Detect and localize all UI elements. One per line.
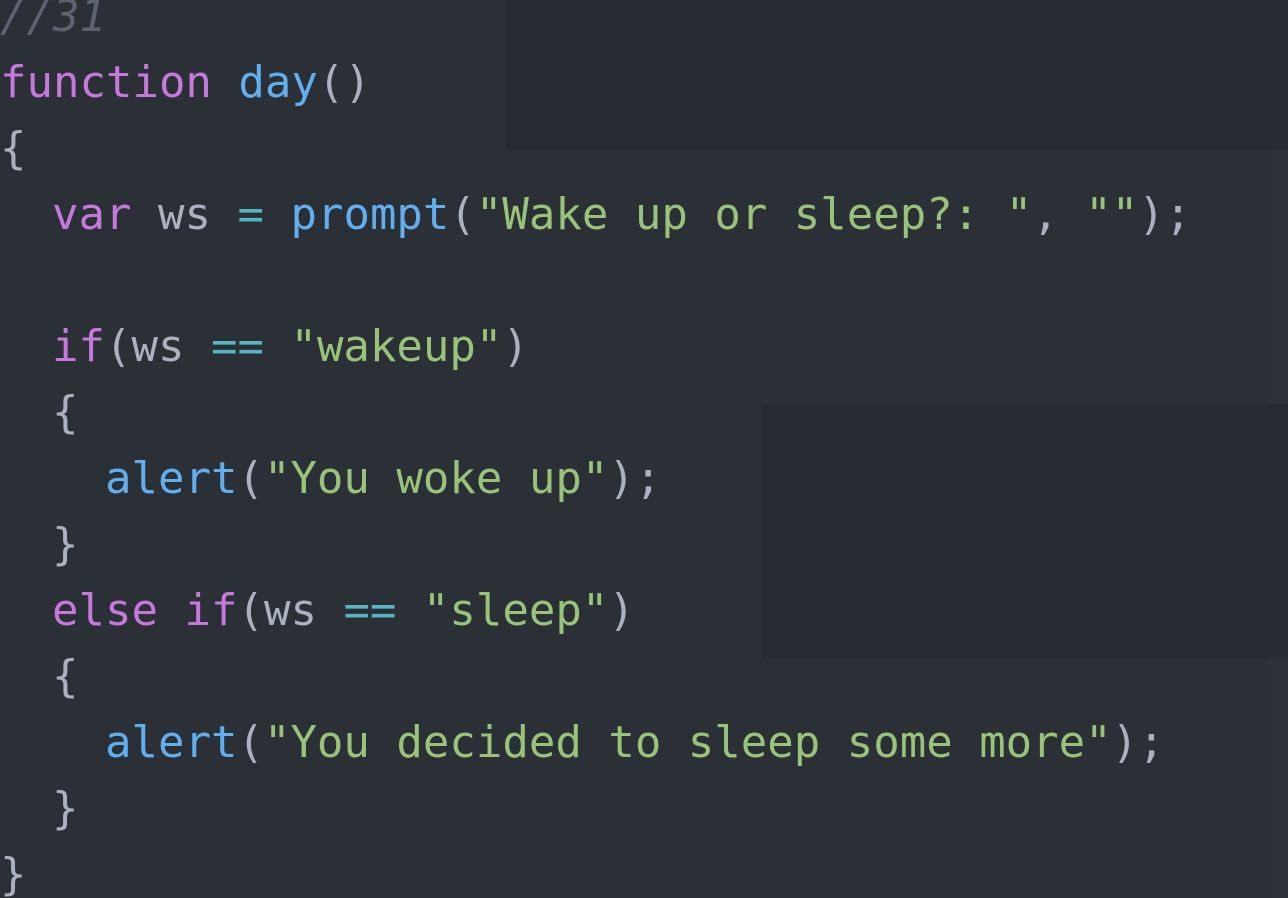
punctuation-token: ) xyxy=(502,321,529,372)
background-shade xyxy=(1268,658,1288,898)
string-token: "You decided to sleep some more" xyxy=(263,717,1112,768)
punctuation-token: ( xyxy=(237,717,264,768)
string-token: "" xyxy=(1085,189,1139,240)
code-line-8: alert("You woke up"); xyxy=(0,446,1191,512)
identifier-token: ws xyxy=(131,321,185,372)
operator-token: == xyxy=(210,321,264,372)
code-line-14: } xyxy=(0,842,1191,898)
operator-token: == xyxy=(343,585,397,636)
code-line-2: function day() xyxy=(0,50,1191,116)
punctuation-token: ); xyxy=(608,453,662,504)
brace-token: { xyxy=(52,387,79,438)
code-line-6: if(ws == "wakeup") xyxy=(0,314,1191,380)
operator-token: = xyxy=(237,189,264,240)
punctuation-token: ( xyxy=(449,189,476,240)
function-call-token: alert xyxy=(105,717,238,768)
brace-token: } xyxy=(52,783,79,834)
string-token: "You woke up" xyxy=(263,453,609,504)
keyword-token: if xyxy=(52,321,105,372)
punctuation-token: ); xyxy=(1138,189,1192,240)
punctuation-token: ( xyxy=(237,585,264,636)
function-call-token: prompt xyxy=(290,189,450,240)
punctuation-token: , xyxy=(1032,189,1059,240)
code-line-4: var ws = prompt("Wake up or sleep?: ", "… xyxy=(0,182,1191,248)
identifier-token: ws xyxy=(157,189,211,240)
code-line-10: else if(ws == "sleep") xyxy=(0,578,1191,644)
comment-token: //31 xyxy=(0,0,106,42)
keyword-token: function xyxy=(0,57,212,108)
brace-token: { xyxy=(0,123,27,174)
code-line-12: alert("You decided to sleep some more"); xyxy=(0,710,1191,776)
code-editor[interactable]: //31 function day(){var ws = prompt("Wake… xyxy=(0,0,1288,898)
code-line-13: } xyxy=(0,776,1191,842)
keyword-token: if xyxy=(184,585,238,636)
code-line-7: { xyxy=(0,380,1191,446)
function-name-token: day xyxy=(238,57,318,108)
brace-token: } xyxy=(52,519,79,570)
background-shade xyxy=(1268,150,1288,404)
keyword-token: else xyxy=(52,585,158,636)
code-line-1: //31 xyxy=(0,0,1191,50)
brace-token: { xyxy=(52,651,79,702)
identifier-token: ws xyxy=(263,585,317,636)
code-line-9: } xyxy=(0,512,1191,578)
punctuation-token: ( xyxy=(104,321,132,372)
string-token: "Wake up or sleep?: " xyxy=(475,189,1033,240)
keyword-token: var xyxy=(52,189,132,240)
code-line-3: { xyxy=(0,116,1191,182)
string-token: "sleep" xyxy=(422,585,609,636)
punctuation-token: ) xyxy=(608,585,635,636)
brace-token: } xyxy=(0,849,27,898)
code-line-11: { xyxy=(0,644,1191,710)
punctuation-token: ( xyxy=(237,453,264,504)
function-call-token: alert xyxy=(105,453,238,504)
punctuation-token: () xyxy=(317,57,371,108)
string-token: "wakeup" xyxy=(290,321,503,372)
code-text[interactable]: //31 function day(){var ws = prompt("Wake… xyxy=(0,0,1191,898)
punctuation-token: ); xyxy=(1111,717,1165,768)
